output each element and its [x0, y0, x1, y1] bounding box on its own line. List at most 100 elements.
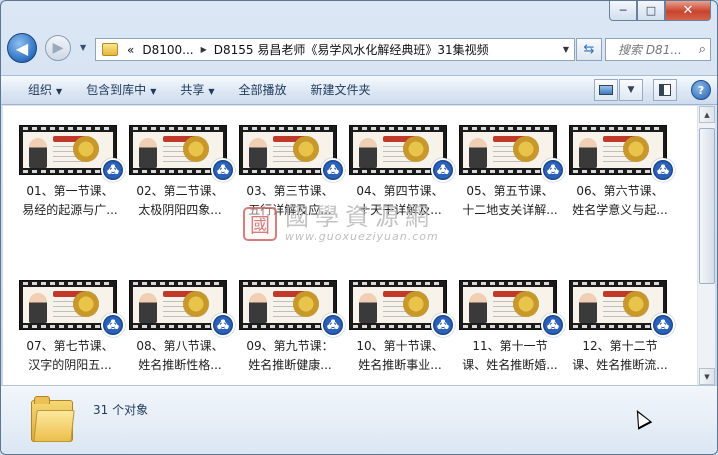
file-name-line-1: 10、第十节课、: [356, 339, 444, 353]
refresh-icon: ⇆: [583, 42, 595, 57]
file-item[interactable]: 10、第十节课、 姓名推断事业...: [347, 277, 455, 385]
file-name: 03、第三节课、 五行详解及应...: [237, 182, 343, 220]
file-name-line-2: 五行详解及应...: [248, 203, 332, 217]
file-name-line-2: 姓名推断事业...: [358, 358, 442, 372]
new-folder-button[interactable]: 新建文件夹: [301, 78, 381, 102]
caption-buttons: ─ □ ✕: [609, 1, 711, 21]
file-name-line-1: 02、第二节课、: [136, 184, 224, 198]
chevron-down-icon: ▼: [627, 85, 635, 95]
file-name: 11、第十一节 课、姓名推断婚...: [457, 337, 563, 375]
file-name: 10、第十节课、 姓名推断事业...: [347, 337, 453, 375]
address-dropdown-chevron-down-icon[interactable]: ▼: [558, 45, 574, 54]
breadcrumb-chevron-right-icon[interactable]: ▶: [198, 45, 210, 54]
breadcrumb-item-current[interactable]: D8155 易昌老师《易学风水化解经典班》31集视频: [210, 41, 493, 58]
video-file-icon: [431, 313, 455, 337]
include-in-library-menu[interactable]: 包含到库中 ▼: [76, 78, 166, 102]
forward-button[interactable]: ▶: [45, 35, 71, 61]
maximize-button[interactable]: □: [637, 1, 665, 21]
video-file-icon: [541, 158, 565, 182]
video-frame: [23, 132, 113, 168]
address-bar[interactable]: « D8100... ▶ D8155 易昌老师《易学风水化解经典班》31集视频 …: [95, 38, 575, 61]
close-button[interactable]: ✕: [665, 1, 711, 21]
video-frame: [23, 287, 113, 323]
video-frame: [243, 287, 333, 323]
file-item[interactable]: 03、第三节课、 五行详解及应...: [237, 122, 345, 232]
file-name-line-2: 太极阴阳四象...: [138, 203, 222, 217]
file-name: 02、第二节课、 太极阴阳四象...: [127, 182, 233, 220]
file-item[interactable]: 08、第八节课、 姓名推断性格...: [127, 277, 235, 385]
video-frame: [463, 287, 553, 323]
video-file-icon: [101, 313, 125, 337]
file-name: 12、第十二节 课、姓名推断流...: [567, 337, 673, 375]
scroll-down-button[interactable]: ▼: [699, 368, 715, 385]
file-name: 06、第六节课、 姓名学意义与起...: [567, 182, 673, 220]
help-button[interactable]: ?: [691, 80, 711, 100]
file-list-area[interactable]: 01、第一节课、 易经的起源与广... 02、第二节课、 太极阴阳四象... 03、第三…: [3, 106, 697, 385]
file-name-line-1: 09、第九节课：: [246, 339, 334, 353]
navigation-bar: ◀ ▶ ▼ « D8100... ▶ D8155 易昌老师《易学风水化解经典班》…: [1, 31, 717, 67]
video-frame: [463, 132, 553, 168]
file-item[interactable]: 04、第四节课、 十天干详解及...: [347, 122, 455, 232]
video-frame: [243, 132, 333, 168]
include-in-library-label: 包含到库中: [86, 83, 147, 97]
chevron-down-icon: ▼: [150, 87, 157, 96]
refresh-button[interactable]: ⇆: [576, 38, 602, 61]
file-name: 08、第八节课、 姓名推断性格...: [127, 337, 233, 375]
video-file-icon: [431, 158, 455, 182]
file-name-line-1: 08、第八节课、: [136, 339, 224, 353]
file-item[interactable]: 12、第十二节 课、姓名推断流...: [567, 277, 675, 385]
file-name-line-2: 十天干详解及...: [358, 203, 442, 217]
search-input[interactable]: [618, 42, 688, 57]
file-item[interactable]: 05、第五节课、 十二地支关详解...: [457, 122, 565, 232]
view-options-dropdown[interactable]: ▼: [619, 79, 643, 101]
file-item[interactable]: 01、第一节课、 易经的起源与广...: [17, 122, 125, 232]
video-file-icon: [651, 158, 675, 182]
scroll-up-button[interactable]: ▲: [699, 106, 715, 123]
file-name-line-2: 汉字的阴阳五...: [28, 358, 112, 372]
share-menu[interactable]: 共享 ▼: [170, 78, 224, 102]
play-all-button[interactable]: 全部播放: [229, 78, 297, 102]
video-file-icon: [651, 313, 675, 337]
file-name: 01、第一节课、 易经的起源与广...: [17, 182, 123, 220]
video-frame: [133, 132, 223, 168]
breadcrumb-overflow[interactable]: «: [123, 43, 138, 57]
preview-pane-icon: [659, 84, 671, 96]
file-item[interactable]: 06、第六节课、 姓名学意义与起...: [567, 122, 675, 232]
vertical-scrollbar[interactable]: ▲ ▼: [697, 106, 715, 385]
video-frame: [353, 287, 443, 323]
file-name-line-2: 姓名推断性格...: [138, 358, 222, 372]
file-item[interactable]: 09、第九节课： 姓名推断健康...: [237, 277, 345, 385]
minimize-button[interactable]: ─: [609, 1, 637, 21]
file-name-line-1: 06、第六节课、: [576, 184, 664, 198]
scroll-thumb[interactable]: [699, 128, 715, 284]
file-name-line-1: 11、第十一节: [472, 339, 548, 353]
chevron-down-icon: ▼: [208, 87, 215, 96]
file-name: 07、第七节课、 汉字的阴阳五...: [17, 337, 123, 375]
file-name-line-2: 姓名学意义与起...: [572, 203, 668, 217]
command-bar: 组织 ▼ 包含到库中 ▼ 共享 ▼ 全部播放 新建文件夹 ▼ ?: [1, 75, 717, 105]
organize-label: 组织: [28, 83, 53, 97]
file-name: 09、第九节课： 姓名推断健康...: [237, 337, 343, 375]
video-file-icon: [321, 313, 345, 337]
video-file-icon: [211, 158, 235, 182]
video-frame: [573, 132, 663, 168]
forward-arrow-icon: ▶: [52, 40, 64, 56]
change-view-button[interactable]: [594, 79, 618, 101]
chevron-down-icon: ▼: [56, 87, 63, 96]
file-item[interactable]: 02、第二节课、 太极阴阳四象...: [127, 122, 235, 232]
video-frame: [573, 287, 663, 323]
organize-menu[interactable]: 组织 ▼: [18, 78, 72, 102]
back-button[interactable]: ◀: [7, 33, 37, 63]
folder-icon: [31, 396, 75, 442]
file-item[interactable]: 11、第十一节 课、姓名推断婚...: [457, 277, 565, 385]
explorer-window: ─ □ ✕ ◀ ▶ ▼ « D8100... ▶ D8155 易昌老师《易学风水…: [0, 0, 718, 455]
search-box[interactable]: ⌕: [605, 38, 711, 61]
file-name-line-1: 04、第四节课、: [356, 184, 444, 198]
breadcrumb-item-parent[interactable]: D8100...: [138, 43, 197, 57]
preview-pane-button[interactable]: [653, 79, 677, 101]
back-arrow-icon: ◀: [15, 38, 29, 58]
search-icon[interactable]: ⌕: [699, 42, 706, 57]
file-item[interactable]: 07、第七节课、 汉字的阴阳五...: [17, 277, 125, 385]
file-name-line-2: 易经的起源与广...: [22, 203, 118, 217]
recent-pages-chevron-down-icon[interactable]: ▼: [80, 43, 86, 52]
